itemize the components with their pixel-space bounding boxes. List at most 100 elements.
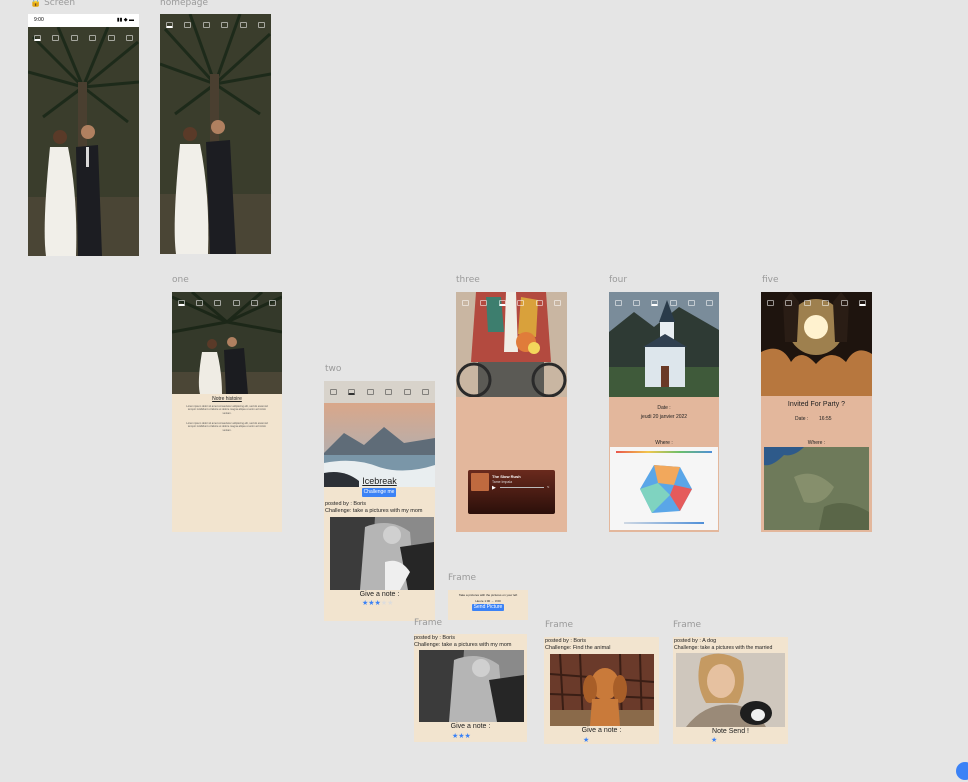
frame-label-b: Frame	[545, 620, 574, 630]
frame-label-c: Frame	[673, 620, 702, 630]
mail-icon[interactable]	[535, 300, 543, 306]
camera-icon[interactable]	[366, 389, 374, 395]
church-icon[interactable]	[651, 300, 659, 306]
list-icon[interactable]	[385, 389, 393, 395]
frame-two[interactable]: Icebreak Challenge me posted by : Boris …	[324, 381, 435, 621]
send-subtext: Heure 1:00 → 3:00	[475, 599, 501, 603]
star-icon[interactable]: ★	[711, 736, 717, 744]
frame-homepage[interactable]	[160, 14, 271, 254]
star-icon[interactable]: ★★	[381, 600, 394, 607]
mom-photo	[419, 650, 524, 722]
frame-label-send: Frame	[448, 573, 477, 583]
frame-three[interactable]: The Slow Rush Tame Impala ▶ <	[456, 292, 567, 532]
frame-screen[interactable]: 9:00 ▮▮ ◆ ▬	[28, 14, 139, 256]
list-icon[interactable]	[221, 22, 229, 28]
party-icon[interactable]	[859, 300, 867, 306]
album-art	[471, 473, 489, 491]
camera-icon[interactable]	[202, 22, 210, 28]
challenge-me-button[interactable]: Challenge me	[362, 488, 396, 497]
home-icon[interactable]	[461, 300, 469, 306]
satellite-map[interactable]	[764, 447, 869, 530]
camera-icon[interactable]	[803, 300, 811, 306]
list-icon[interactable]	[89, 35, 97, 41]
share-icon[interactable]: <	[547, 484, 549, 489]
top-nav	[160, 14, 271, 36]
frame-four[interactable]: Date : jeudi 20 janvier 2022 Where :	[609, 292, 719, 532]
list-icon[interactable]	[669, 300, 677, 306]
profile-icon[interactable]	[480, 300, 488, 306]
profile-icon[interactable]	[785, 300, 793, 306]
play-icon[interactable]: ▶	[492, 485, 496, 491]
profile-icon[interactable]	[195, 300, 203, 306]
progress-bar[interactable]	[500, 487, 544, 488]
mail-icon[interactable]	[840, 300, 848, 306]
challenge-text: Challenge: take a pictures with my mom	[325, 508, 423, 514]
list-icon[interactable]	[232, 300, 240, 306]
give-note-label: Give a note :	[581, 727, 622, 734]
where-label: Where :	[807, 440, 826, 446]
story-paragraph-2: Lorem ipsum dolor sit amet consectetur a…	[186, 422, 268, 432]
star-icon[interactable]: ★	[583, 736, 589, 744]
settings-icon[interactable]	[126, 35, 134, 41]
send-picture-button[interactable]: Send Picture	[472, 604, 504, 611]
camera-icon[interactable]	[70, 35, 78, 41]
frame-challenge-animal[interactable]: posted by : Boris Challenge: Find the an…	[544, 637, 659, 744]
settings-icon[interactable]	[269, 300, 277, 306]
frame-challenge-married[interactable]: posted by : A dog Challenge: take a pict…	[673, 637, 788, 744]
frame-label-three: three	[456, 275, 480, 285]
profile-icon[interactable]	[632, 300, 640, 306]
settings-icon[interactable]	[422, 389, 430, 395]
story-heading: Notre histoire	[212, 396, 242, 402]
profile-icon[interactable]	[52, 35, 60, 41]
posted-by: posted by : Boris	[414, 635, 455, 641]
help-button[interactable]	[956, 762, 968, 780]
settings-icon[interactable]	[554, 300, 562, 306]
home-icon[interactable]	[165, 22, 173, 28]
home-icon[interactable]	[329, 389, 337, 395]
frame-challenge-mom[interactable]: posted by : Boris Challenge: take a pict…	[414, 634, 527, 742]
give-note-label: Give a note :	[359, 591, 400, 598]
artist-name: Tame Impala	[492, 480, 513, 484]
list-icon[interactable]	[822, 300, 830, 306]
top-nav	[456, 292, 567, 314]
frame-label-four: four	[609, 275, 628, 285]
map-widget[interactable]	[610, 447, 718, 530]
posted-by: posted by : Boris	[545, 638, 586, 644]
frame-label-homepage: homepage	[160, 0, 208, 8]
mom-photo	[330, 517, 434, 590]
frame-label-two: two	[325, 364, 342, 374]
home-icon[interactable]	[33, 35, 41, 41]
status-bar: 9:00 ▮▮ ◆ ▬	[28, 14, 139, 27]
frame-one[interactable]: Notre histoire Lorem ipsum dolor sit ame…	[172, 292, 282, 532]
star-icon[interactable]: ★★★	[452, 732, 471, 740]
profile-icon[interactable]	[184, 22, 192, 28]
music-icon[interactable]	[498, 300, 506, 306]
star-icon[interactable]: ★★★	[362, 600, 381, 607]
home-icon[interactable]	[614, 300, 622, 306]
page-title: Icebreak	[362, 476, 397, 486]
rating-stars[interactable]: ★★★★★	[362, 599, 393, 607]
song-title: The Slow Rush	[492, 474, 521, 479]
mail-icon[interactable]	[107, 35, 115, 41]
posted-by: posted by : A dog	[674, 638, 717, 644]
settings-icon[interactable]	[258, 22, 266, 28]
posted-by: posted by : Boris	[325, 501, 366, 507]
home-icon[interactable]	[766, 300, 774, 306]
frame-send-picture[interactable]: Take a pictures with the pictures on you…	[448, 590, 528, 620]
mail-icon[interactable]	[403, 389, 411, 395]
wedding-photo	[28, 27, 139, 256]
settings-icon[interactable]	[706, 300, 714, 306]
music-player[interactable]: The Slow Rush Tame Impala ▶ <	[468, 470, 555, 514]
camera-icon[interactable]	[214, 300, 222, 306]
frame-five[interactable]: Invited For Party ? Date : 16:55 Where :	[761, 292, 872, 532]
profile-icon[interactable]	[348, 389, 356, 395]
mail-icon[interactable]	[250, 300, 258, 306]
woman-with-dog-photo	[676, 653, 785, 727]
top-nav	[609, 292, 719, 314]
list-icon[interactable]	[517, 300, 525, 306]
mail-icon[interactable]	[687, 300, 695, 306]
mail-icon[interactable]	[239, 22, 247, 28]
frame-label-a: Frame	[414, 618, 443, 628]
home-icon[interactable]	[177, 300, 185, 306]
challenge-text: Challenge: take a pictures with the marr…	[674, 645, 773, 651]
